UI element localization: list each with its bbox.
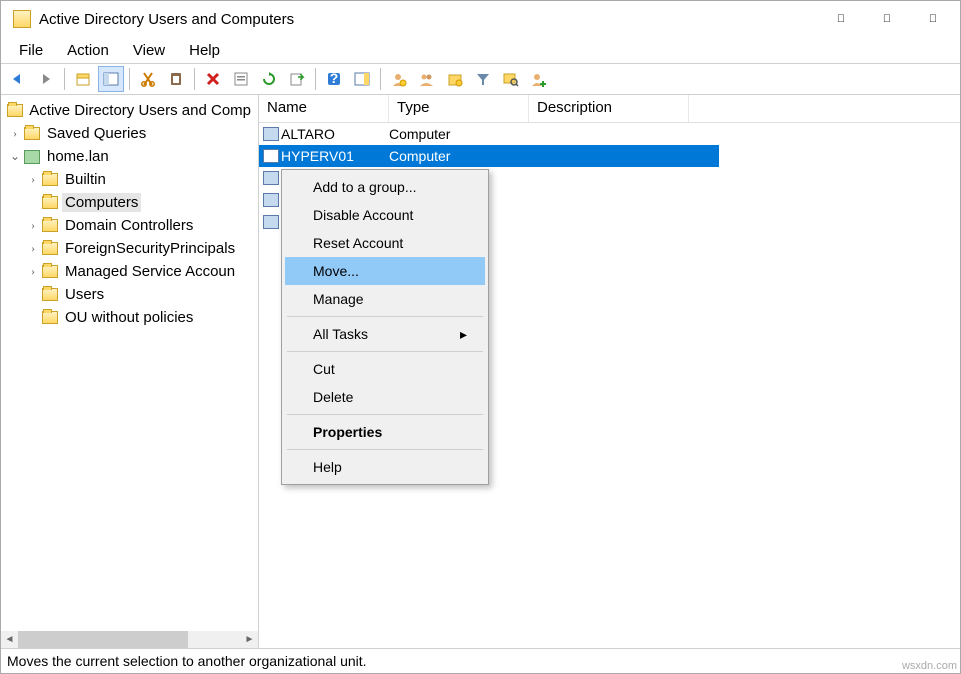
computer-icon <box>259 215 279 229</box>
folder-icon <box>41 195 59 211</box>
folder-icon <box>41 218 59 234</box>
scroll-right-icon[interactable]: ► <box>241 631 258 648</box>
refresh-button[interactable] <box>256 66 282 92</box>
add-to-group-button[interactable] <box>526 66 552 92</box>
computer-icon <box>259 149 279 163</box>
back-button[interactable] <box>5 66 31 92</box>
minimize-button[interactable]:  <box>818 3 864 35</box>
aduc-icon <box>7 103 23 119</box>
ctx-separator <box>287 351 483 352</box>
context-menu: Add to a group... Disable Account Reset … <box>281 169 489 485</box>
menu-bar: File Action View Help <box>1 37 960 63</box>
up-button[interactable] <box>70 66 96 92</box>
tree-root[interactable]: Active Directory Users and Comp <box>1 99 258 122</box>
list-row[interactable]: ALTARO Computer <box>259 123 719 145</box>
tree-computers[interactable]: Computers <box>1 191 258 214</box>
folder-icon <box>41 287 59 303</box>
computer-icon <box>259 193 279 207</box>
maximize-button[interactable]:  <box>864 3 910 35</box>
folder-icon <box>23 126 41 142</box>
tree-saved-queries[interactable]: › Saved Queries <box>1 122 258 145</box>
ctx-move[interactable]: Move... <box>285 257 485 285</box>
forward-button[interactable] <box>33 66 59 92</box>
status-bar: Moves the current selection to another o… <box>1 649 960 673</box>
column-type[interactable]: Type <box>389 95 529 122</box>
app-icon <box>13 10 31 28</box>
title-bar: Active Directory Users and Computers  … <box>1 1 960 37</box>
watermark: wsxdn.com <box>902 660 957 672</box>
domain-icon <box>23 149 41 165</box>
list-pane: Name Type Description ALTARO Computer HY… <box>259 95 960 648</box>
tree-domain-controllers[interactable]: › Domain Controllers <box>1 214 258 237</box>
new-user-button[interactable] <box>386 66 412 92</box>
list-row-selected[interactable]: HYPERV01 Computer <box>259 145 719 167</box>
computer-icon <box>259 127 279 141</box>
ctx-delete[interactable]: Delete <box>285 383 485 411</box>
list-header: Name Type Description <box>259 95 960 123</box>
ctx-separator <box>287 414 483 415</box>
find-button[interactable] <box>498 66 524 92</box>
menu-help[interactable]: Help <box>179 40 230 61</box>
menu-view[interactable]: View <box>123 40 175 61</box>
cut-button[interactable] <box>135 66 161 92</box>
scroll-thumb[interactable] <box>18 631 188 648</box>
toolbar: ? <box>1 63 960 95</box>
scroll-left-icon[interactable]: ◄ <box>1 631 18 648</box>
status-text: Moves the current selection to another o… <box>7 653 367 669</box>
help-button[interactable]: ? <box>321 66 347 92</box>
show-hide-tree-button[interactable] <box>98 66 124 92</box>
tree-msa[interactable]: › Managed Service Accoun <box>1 260 258 283</box>
properties-button[interactable] <box>228 66 254 92</box>
main-splitter: Active Directory Users and Comp › Saved … <box>1 95 960 649</box>
tree-domain[interactable]: ⌄ home.lan <box>1 145 258 168</box>
expand-icon[interactable]: › <box>7 126 23 141</box>
filter-button[interactable] <box>470 66 496 92</box>
tree-pane: Active Directory Users and Comp › Saved … <box>1 95 259 648</box>
ctx-add-to-group[interactable]: Add to a group... <box>285 173 485 201</box>
close-button[interactable]:  <box>910 3 956 35</box>
collapse-icon[interactable]: ⌄ <box>7 149 23 164</box>
column-description[interactable]: Description <box>529 95 689 122</box>
ctx-separator <box>287 316 483 317</box>
ctx-separator <box>287 449 483 450</box>
ctx-reset-account[interactable]: Reset Account <box>285 229 485 257</box>
tree-horizontal-scrollbar[interactable]: ◄ ► <box>1 631 258 648</box>
tree-ou-without-policies[interactable]: OU without policies <box>1 306 258 329</box>
window-title: Active Directory Users and Computers <box>39 11 294 28</box>
folder-icon <box>41 310 59 326</box>
ctx-properties[interactable]: Properties <box>285 418 485 446</box>
expand-icon[interactable]: › <box>25 241 41 256</box>
new-ou-button[interactable] <box>442 66 468 92</box>
folder-icon <box>41 264 59 280</box>
expand-icon[interactable]: › <box>25 172 41 187</box>
submenu-arrow-icon: ▸ <box>460 326 467 343</box>
tree-root-label: Active Directory Users and Comp <box>26 101 254 120</box>
copy-button[interactable] <box>163 66 189 92</box>
ctx-help[interactable]: Help <box>285 453 485 481</box>
expand-icon[interactable]: › <box>25 218 41 233</box>
ctx-all-tasks[interactable]: All Tasks▸ <box>285 320 485 348</box>
menu-file[interactable]: File <box>9 40 53 61</box>
tree-builtin[interactable]: › Builtin <box>1 168 258 191</box>
menu-action[interactable]: Action <box>57 40 119 61</box>
new-group-button[interactable] <box>414 66 440 92</box>
ctx-cut[interactable]: Cut <box>285 355 485 383</box>
ctx-manage[interactable]: Manage <box>285 285 485 313</box>
ctx-disable-account[interactable]: Disable Account <box>285 201 485 229</box>
tree-fsp[interactable]: › ForeignSecurityPrincipals <box>1 237 258 260</box>
computer-icon <box>259 171 279 185</box>
export-button[interactable] <box>284 66 310 92</box>
show-hide-action-pane-button[interactable] <box>349 66 375 92</box>
expand-icon[interactable]: › <box>25 264 41 279</box>
column-name[interactable]: Name <box>259 95 389 122</box>
svg-text:?: ? <box>330 71 339 86</box>
delete-button[interactable] <box>200 66 226 92</box>
folder-icon <box>41 172 59 188</box>
tree-users[interactable]: Users <box>1 283 258 306</box>
folder-icon <box>41 241 59 257</box>
list-body: ALTARO Computer HYPERV01 Computer Add to… <box>259 123 960 648</box>
